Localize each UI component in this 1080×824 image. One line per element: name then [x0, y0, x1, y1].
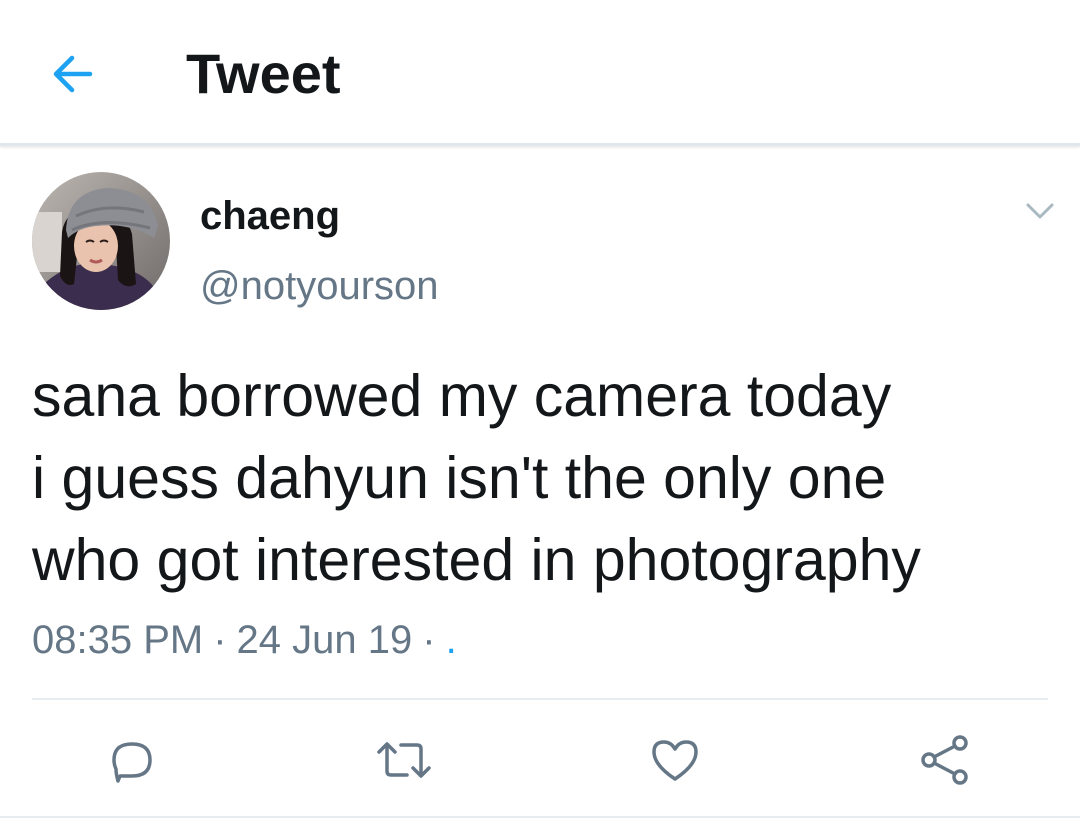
divider	[0, 816, 1080, 818]
share-icon	[921, 735, 968, 785]
display-name[interactable]: chaeng	[200, 192, 340, 240]
share-button[interactable]	[914, 730, 974, 790]
retweet-button[interactable]	[374, 730, 434, 790]
tweet-text: sana borrowed my camera today i guess da…	[32, 355, 1052, 601]
tweet-date: 24 Jun 19	[236, 618, 413, 662]
tweet-menu-button[interactable]	[1014, 194, 1066, 228]
user-handle[interactable]: @notyourson	[200, 262, 439, 310]
reply-bubble-icon	[112, 742, 152, 783]
chevron-down-icon	[1026, 203, 1054, 219]
divider	[32, 698, 1048, 700]
retweet-icon	[377, 742, 431, 778]
heart-icon	[652, 740, 698, 781]
tweet-text-line: i guess dahyun isn't the only one	[32, 445, 887, 511]
tweet-meta: 08:35 PM · 24 Jun 19 ·.	[32, 614, 457, 666]
profile-photo	[32, 172, 170, 310]
tweet-text-line: sana borrowed my camera today	[32, 363, 892, 429]
meta-separator: ·	[422, 618, 436, 662]
arrow-left-icon	[53, 55, 93, 93]
meta-separator: ·	[213, 618, 227, 662]
tweet-time: 08:35 PM	[32, 618, 204, 662]
reply-button[interactable]	[102, 730, 162, 790]
top-app-bar: Tweet	[0, 0, 1080, 146]
like-button[interactable]	[645, 730, 705, 790]
page-title: Tweet	[186, 42, 341, 105]
tweet-text-line: who got interested in photography	[32, 527, 921, 593]
avatar[interactable]	[32, 172, 170, 310]
tweet-source[interactable]: .	[446, 618, 457, 662]
back-button[interactable]	[44, 46, 100, 102]
